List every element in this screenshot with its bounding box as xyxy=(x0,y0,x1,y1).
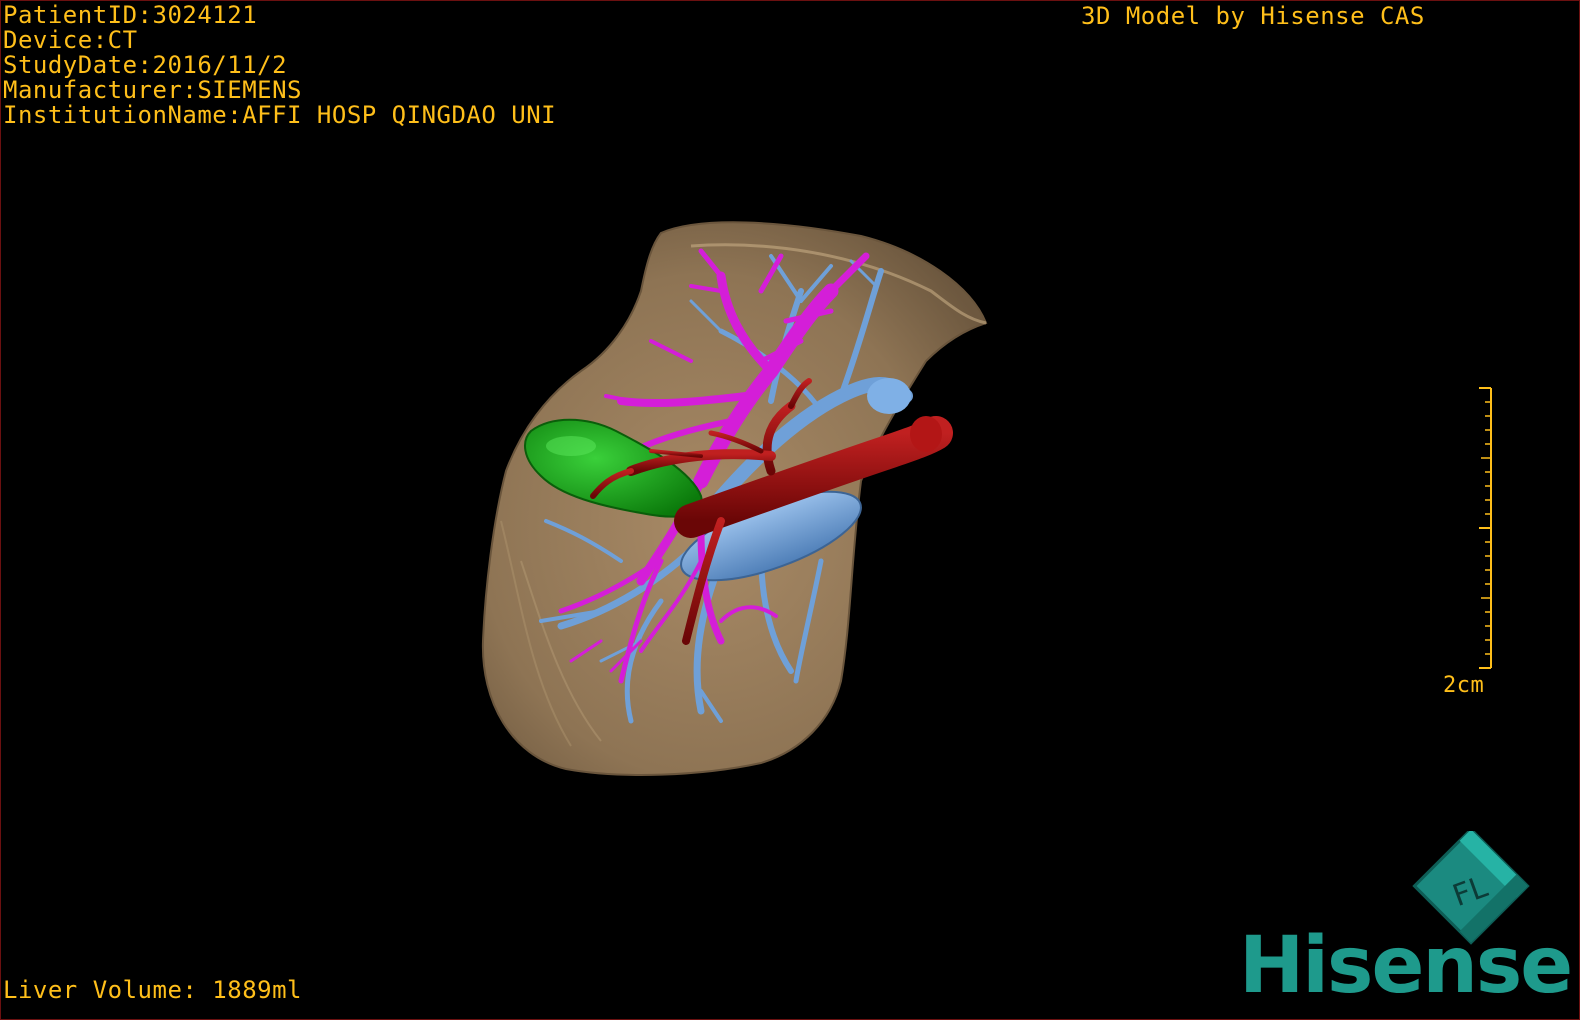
institution-name: InstitutionName:AFFI HOSP QINGDAO UNI xyxy=(3,101,557,129)
inferior-vena-cava xyxy=(867,378,911,414)
scale-bar xyxy=(1479,387,1492,669)
brand-wordmark: Hisense xyxy=(1239,921,1573,1011)
device: Device:CT xyxy=(3,26,138,54)
3d-viewport[interactable]: PatientID:3024121 Device:CT StudyDate:20… xyxy=(0,0,1580,1020)
dicom-info-panel: PatientID:3024121 Device:CT StudyDate:20… xyxy=(3,3,556,128)
scale-bar-label: 2cm xyxy=(1443,673,1485,698)
manufacturer: Manufacturer:SIEMENS xyxy=(3,76,302,104)
study-date: StudyDate:2016/11/2 xyxy=(3,51,288,79)
patient-id: PatientID:3024121 xyxy=(3,1,258,29)
artery-end xyxy=(910,416,942,452)
liver-volume: Liver Volume: 1889ml xyxy=(3,976,302,1004)
model-credit: 3D Model by Hisense CAS xyxy=(1081,2,1425,30)
gallbladder-highlight xyxy=(546,436,596,456)
